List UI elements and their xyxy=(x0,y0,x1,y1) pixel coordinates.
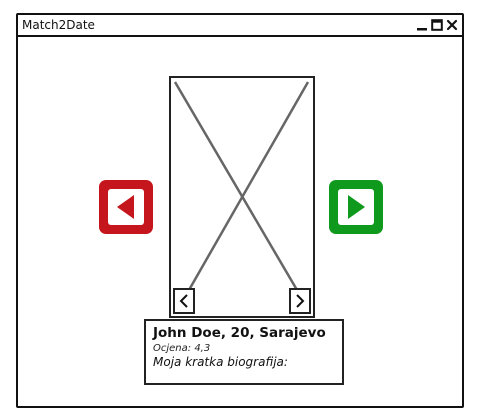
chevron-left-icon xyxy=(179,294,188,308)
profile-photo-placeholder xyxy=(169,76,315,318)
chevron-right-icon xyxy=(296,294,305,308)
previous-photo-button[interactable] xyxy=(173,288,195,314)
app-window: Match2Date John Doe, 20, Sarajevo Ocjena… xyxy=(16,13,464,408)
previous-profile-button[interactable] xyxy=(99,180,153,234)
window-title: Match2Date xyxy=(22,18,95,32)
play-right-icon xyxy=(338,189,374,225)
title-bar: Match2Date xyxy=(18,15,462,37)
profile-rating: Ocjena: 4,3 xyxy=(153,343,211,354)
next-photo-button[interactable] xyxy=(289,288,311,314)
image-placeholder-cross xyxy=(173,81,310,291)
profile-info-card: John Doe, 20, Sarajevo Ocjena: 4,3 Moja … xyxy=(144,319,344,385)
profile-name: John Doe, 20, Sarajevo xyxy=(153,325,326,341)
minimize-icon[interactable] xyxy=(416,19,428,31)
close-icon[interactable] xyxy=(446,19,458,31)
window-controls xyxy=(416,18,458,32)
maximize-icon[interactable] xyxy=(431,19,443,31)
next-profile-button[interactable] xyxy=(329,180,383,234)
play-left-icon xyxy=(108,189,144,225)
profile-bio-label: Moja kratka biografija: xyxy=(153,355,288,369)
